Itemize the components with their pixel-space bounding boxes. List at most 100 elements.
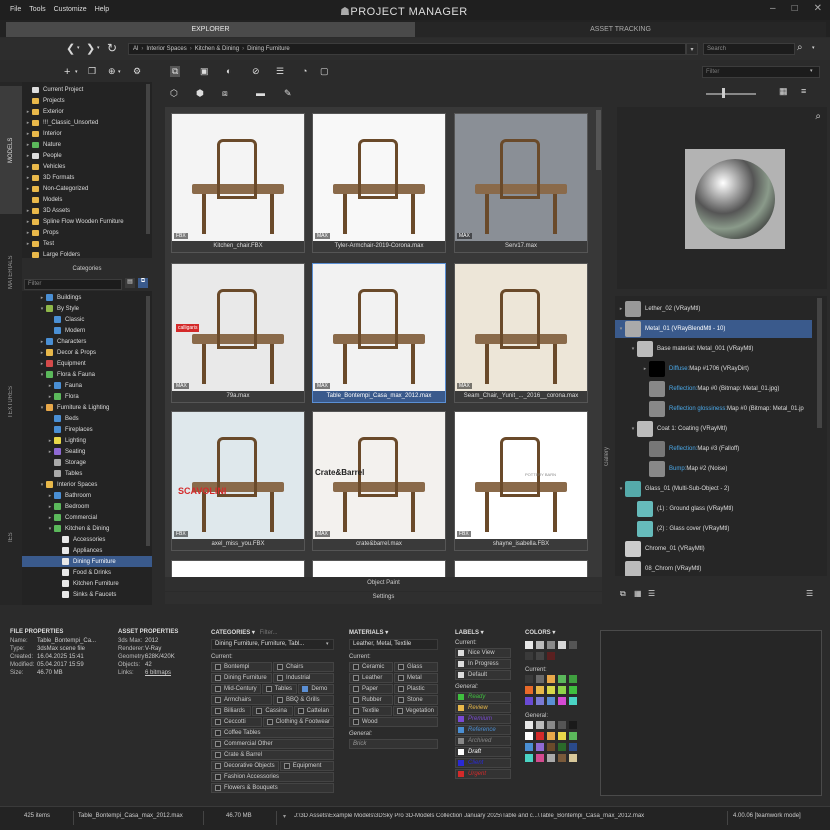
category-item[interactable]: ▸ Equipment	[22, 358, 152, 369]
expand-arrow-icon[interactable]: ▸	[38, 339, 46, 345]
folder-tree-scrollbar[interactable]	[146, 84, 150, 234]
folder-item[interactable]: ▸ Vehicles	[24, 161, 152, 172]
breadcrumb-dining-furniture[interactable]: Dining Furniture	[247, 46, 290, 52]
material-tree-scrollbar[interactable]	[817, 298, 822, 428]
tag-checkbox[interactable]: Commercial Other	[211, 739, 334, 749]
color-swatch[interactable]	[525, 641, 533, 649]
breadcrumb-root[interactable]: Al	[133, 46, 138, 52]
category-item[interactable]: ▾ Kitchen & Dining	[22, 523, 152, 534]
tag-checkbox[interactable]: Cassina	[252, 706, 293, 716]
tag-checkbox[interactable]: Ceramic	[349, 662, 393, 672]
asset-thumbnail[interactable]	[171, 560, 305, 578]
tag-checkbox[interactable]: Billiards	[211, 706, 252, 716]
expand-arrow-icon[interactable]: ▾	[629, 426, 637, 432]
menu-customize[interactable]: Customize	[50, 0, 91, 13]
colors-editor-title[interactable]: COLORS ▾	[525, 629, 595, 636]
color-swatch[interactable]	[547, 721, 555, 729]
expand-arrow-icon[interactable]: ▸	[24, 153, 32, 159]
label-item[interactable]: Urgent	[455, 769, 511, 779]
globe-icon[interactable]: ⊕	[108, 66, 116, 77]
tab-materials[interactable]: MATERIALS	[0, 242, 22, 302]
folder-item[interactable]: ▸ 3D Assets	[24, 205, 152, 216]
color-swatch[interactable]	[558, 754, 566, 762]
color-swatch[interactable]	[547, 754, 555, 762]
expand-arrow-icon[interactable]: ▸	[46, 515, 54, 521]
color-swatch[interactable]	[558, 686, 566, 694]
folder-item[interactable]: ▸ People	[24, 150, 152, 161]
material-item[interactable]: ▾ Metal_01 (VRayBlendMtl - 10)	[615, 320, 812, 338]
category-item[interactable]: Dining Furniture	[22, 556, 152, 567]
expand-arrow-icon[interactable]: ▸	[24, 230, 32, 236]
labels-editor-title[interactable]: LABELS ▾	[455, 629, 511, 636]
tag-checkbox[interactable]: Wood	[349, 717, 438, 727]
expand-arrow-icon[interactable]: ▾	[617, 326, 625, 332]
color-swatch[interactable]	[525, 743, 533, 751]
zoom-icon[interactable]: ⌕	[815, 111, 821, 122]
category-item[interactable]: ▸ Fauna	[22, 380, 152, 391]
slider-handle[interactable]	[722, 88, 725, 98]
gallery-tab[interactable]: Gallery	[604, 107, 614, 577]
back-dropdown-icon[interactable]: ▾	[77, 45, 80, 51]
category-item[interactable]: ▸ Decor & Props	[22, 347, 152, 358]
category-item[interactable]: Food & Drinks	[22, 567, 152, 578]
color-swatch[interactable]	[536, 675, 544, 683]
tag-checkbox[interactable]: Plastic	[394, 684, 438, 694]
asset-thumbnail[interactable]	[454, 560, 588, 578]
expand-arrow-icon[interactable]: ▾	[38, 306, 46, 312]
thumbnail-size-slider[interactable]	[706, 93, 756, 95]
categories-selected-dropdown-icon[interactable]: ▾	[326, 641, 329, 647]
expand-arrow-icon[interactable]: ▸	[24, 109, 32, 115]
folder-item[interactable]: ▸ Spline Flow Wooden Furniture	[24, 216, 152, 227]
material-item[interactable]: (1) : Ground glass (VRayMtl)	[615, 500, 812, 518]
categories-filter-input[interactable]: Filter	[24, 279, 122, 290]
asset-thumbnail[interactable]: MAX Tyler-Armchair-2019-Corona.max	[312, 113, 446, 253]
expand-arrow-icon[interactable]: ▸	[24, 142, 32, 148]
material-item[interactable]: Reflection: Map #3 (Falloff)	[615, 440, 812, 458]
label-item[interactable]: Ready	[455, 692, 511, 702]
color-swatch[interactable]	[536, 754, 544, 762]
expand-arrow-icon[interactable]: ▸	[24, 241, 32, 247]
hide-icon[interactable]: ⊘	[252, 66, 260, 77]
category-item[interactable]: Beds	[22, 413, 152, 424]
color-swatch[interactable]	[547, 743, 555, 751]
color-swatch[interactable]	[558, 721, 566, 729]
tag-checkbox[interactable]: Crate & Barrel	[211, 750, 334, 760]
material-item[interactable]: Reflection: Map #0 (Bitmap: Metal_01.jpg…	[615, 380, 812, 398]
expand-arrow-icon[interactable]: ▾	[46, 526, 54, 532]
folder-item[interactable]: ▸ Test	[24, 238, 152, 249]
add-dropdown-icon[interactable]: ▾	[75, 69, 78, 75]
folder-item[interactable]: Projects	[24, 95, 152, 106]
material-item[interactable]: Reflection glossiness: Map #0 (Bitmap: M…	[615, 400, 812, 418]
expand-arrow-icon[interactable]: ▸	[46, 383, 54, 389]
globe-dropdown-icon[interactable]: ▾	[118, 69, 121, 75]
expand-arrow-icon[interactable]: ▸	[38, 295, 46, 301]
category-item[interactable]: Storage	[22, 457, 152, 468]
notes-panel[interactable]	[600, 630, 822, 796]
breadcrumb-interior-spaces[interactable]: Interior Spaces	[146, 46, 186, 52]
expand-arrow-icon[interactable]: ▸	[46, 449, 54, 455]
color-swatch[interactable]	[569, 641, 577, 649]
shading-icon[interactable]: ◐	[226, 66, 231, 76]
tag-checkbox[interactable]: Bontempi	[211, 662, 272, 672]
filter-active-icon[interactable]: ⧉	[138, 278, 148, 288]
menu-help[interactable]: Help	[91, 0, 113, 13]
tag-checkbox[interactable]: Stone	[394, 695, 438, 705]
label-item[interactable]: Nice View	[455, 648, 511, 658]
label-item[interactable]: Review	[455, 703, 511, 713]
gear-icon[interactable]: ⚙	[133, 66, 141, 77]
color-swatch[interactable]	[569, 743, 577, 751]
tab-ies[interactable]: IES	[0, 522, 22, 552]
color-swatch[interactable]	[569, 697, 577, 705]
color-swatch[interactable]	[558, 697, 566, 705]
tag-checkbox[interactable]: Tables	[261, 684, 298, 694]
color-swatch[interactable]	[525, 697, 533, 705]
category-item[interactable]: Classic	[22, 314, 152, 325]
label-item[interactable]: In Progress	[455, 659, 511, 669]
category-item[interactable]: ▾ Interior Spaces	[22, 479, 152, 490]
material-item[interactable]: ▸ Lether_02 (VRayMtl)	[615, 300, 812, 318]
color-swatch[interactable]	[558, 732, 566, 740]
expand-arrow-icon[interactable]: ▾	[38, 482, 46, 488]
filter-input[interactable]: Filter	[702, 66, 820, 78]
label-item[interactable]: Default	[455, 670, 511, 680]
tag-checkbox[interactable]: Equipment	[279, 761, 334, 771]
